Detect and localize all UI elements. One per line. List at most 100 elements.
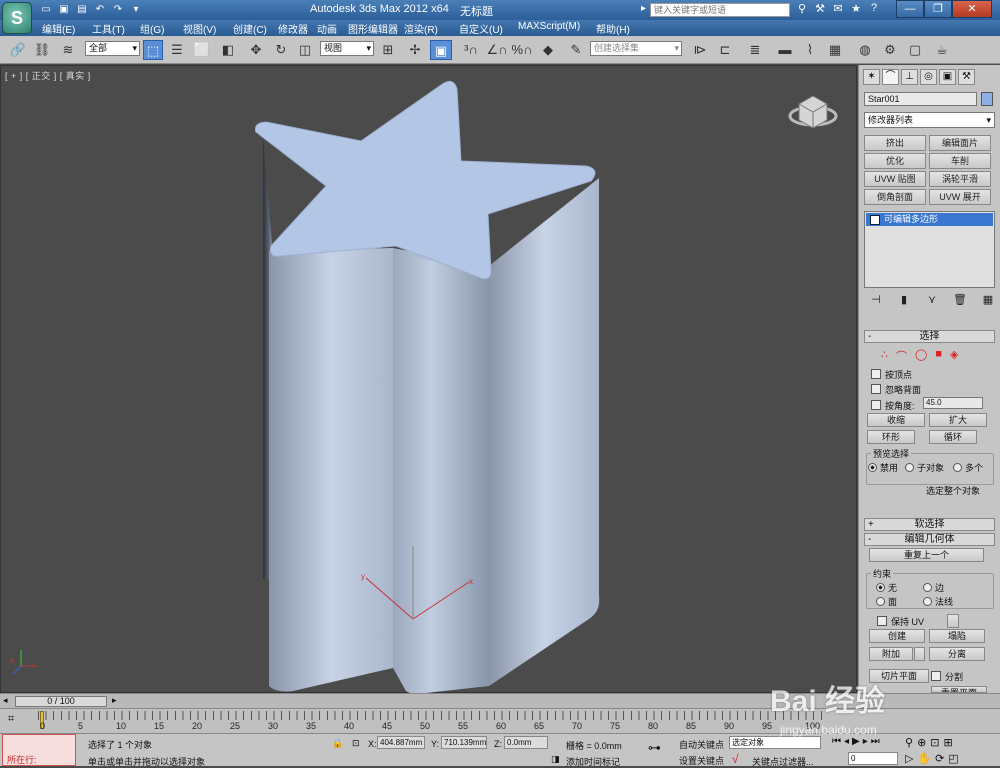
star-extrusion-object[interactable] [255,80,600,694]
edit-named-sel-icon[interactable]: ✎ [566,40,586,60]
zoom-extents-icon[interactable]: ⊡ [930,736,939,749]
selection-rollout-header[interactable]: - 选择 [864,330,995,343]
new-file-icon[interactable]: ▭ [38,2,54,17]
pan-icon[interactable]: ✋ [917,752,931,765]
remove-modifier-icon[interactable]: 🗑 [953,293,967,306]
current-frame-field[interactable]: 0 [848,752,898,765]
edge-icon[interactable]: ⌒ [896,348,907,364]
zoom-extents-all-icon[interactable]: ⊞ [944,736,953,749]
angle-snap-icon[interactable]: ∠∩ [486,40,508,60]
goto-start-icon[interactable]: ⏮ [832,736,841,747]
z-coordinate-field[interactable]: 0.0mm [504,736,548,749]
extrude-button[interactable]: 挤出 [864,135,926,151]
undo-icon[interactable]: ↶ [92,2,108,17]
viewcube-icon[interactable] [788,95,838,129]
turbosmooth-button[interactable]: 涡轮平滑 [929,171,991,187]
selection-lock-icon[interactable]: 🔒 [332,738,343,749]
render-setup-icon[interactable]: ⚙ [880,40,900,60]
rotate-icon[interactable]: ↻ [271,40,291,60]
mini-curve-editor-icon[interactable]: ⌗ [8,713,14,726]
abs-mode-icon[interactable]: ⊡ [352,738,360,749]
restore-icon[interactable]: ❐ [924,0,952,18]
attach-settings-icon[interactable] [914,647,925,661]
select-object-icon[interactable]: ⬚ [143,40,163,60]
snaps-toggle-icon[interactable]: ³∩ [460,40,482,60]
prev-frame-icon[interactable]: ◂ [844,736,849,747]
optimize-button[interactable]: 优化 [864,153,926,169]
shrink-button[interactable]: 收缩 [867,413,925,427]
time-slider-thumb[interactable]: 0 / 100 [15,696,107,707]
make-unique-icon[interactable]: ⋎ [925,293,939,306]
graphite-ribbon-icon[interactable]: ▬ [775,40,795,60]
communication-icon[interactable]: ✉ [831,2,845,15]
angle-spinner[interactable]: 45.0 [923,397,983,409]
scale-icon[interactable]: ◫ [295,40,315,60]
fov-icon[interactable]: ▷ [905,752,913,765]
soft-selection-rollout-header[interactable]: + 软选择 [864,518,995,531]
menu-create[interactable]: 创建(C) [233,21,267,36]
ignore-backface-checkbox[interactable]: 忽略背面 [871,383,921,396]
by-angle-checkbox[interactable]: 按角度: [871,399,915,412]
constraint-face-radio[interactable]: 面 [876,595,897,608]
menu-group[interactable]: 组(G) [140,21,164,36]
percent-snap-icon[interactable]: %∩ [511,40,533,60]
edit-geometry-rollout-header[interactable]: - 编辑几何体 [864,533,995,546]
key-filters-button[interactable]: 关键点过滤器... [752,755,814,768]
zoom-icon[interactable]: ⚲ [905,736,913,749]
pin-stack-icon[interactable]: ⊣ [869,293,883,306]
menu-maxscript[interactable]: MAXScript(M) [518,21,580,32]
bevel-profile-button[interactable]: 倒角剖面 [864,189,926,205]
menu-graph-editors[interactable]: 图形编辑器 [348,21,398,36]
menu-animation[interactable]: 动画 [317,21,337,36]
preview-multi-radio[interactable]: 多个 [953,461,983,474]
constraint-edge-radio[interactable]: 边 [923,581,944,594]
slider-right-arrow-icon[interactable]: ▸ [112,695,117,706]
tab-utilities[interactable]: ⚒ [958,69,975,85]
window-crossing-icon[interactable]: ◧ [218,40,238,60]
rect-selection-icon[interactable]: ⬜ [192,40,212,60]
repeat-last-button[interactable]: 重复上一个 [869,548,984,562]
create-button[interactable]: 创建 [869,629,925,643]
tab-motion[interactable]: ◎ [920,69,937,85]
detach-button[interactable]: 分离 [929,647,985,661]
preview-subobject-radio[interactable]: 子对象 [905,461,944,474]
menu-modifiers[interactable]: 修改器 [278,21,308,36]
maximize-viewport-icon[interactable]: ◰ [948,752,958,765]
open-file-icon[interactable]: ▣ [56,2,72,17]
object-name-field[interactable]: Star001 [864,92,977,106]
x-coordinate-field[interactable]: 404.887mm [377,736,425,749]
goto-end-icon[interactable]: ⏭ [871,736,880,747]
preserve-uv-settings-icon[interactable] [947,614,959,628]
curve-editor-icon[interactable]: ⌇ [800,40,820,60]
pivot-center-icon[interactable]: ⊞ [378,40,398,60]
close-icon[interactable]: ✕ [952,0,992,18]
tab-hierarchy[interactable]: ⊥ [901,69,918,85]
tab-create[interactable]: ✶ [863,69,880,85]
grow-button[interactable]: 扩大 [929,413,987,427]
menu-customize[interactable]: 自定义(U) [459,21,503,36]
minimize-icon[interactable]: — [896,0,924,18]
perspective-viewport[interactable]: [ + ] [ 正交 ] [ 真实 ] y x x [0,65,857,694]
play-icon[interactable]: ▶ [852,736,860,747]
vertex-icon[interactable]: ∴ [881,348,888,364]
menu-tools[interactable]: 工具(T) [92,21,125,36]
tab-modify[interactable]: ⌒ [882,69,899,85]
bind-spacewarp-icon[interactable]: ≋ [58,40,78,60]
menu-views[interactable]: 视图(V) [183,21,216,36]
uvw-map-button[interactable]: UVW 贴图 [864,171,926,187]
binoculars-icon[interactable]: ⚲ [795,2,809,15]
tab-display[interactable]: ▣ [939,69,956,85]
material-editor-icon[interactable]: ◍ [855,40,875,60]
object-color-swatch[interactable] [981,92,993,106]
app-logo-icon[interactable]: S [2,2,32,34]
rendered-frame-icon[interactable]: ▢ [905,40,925,60]
menu-edit[interactable]: 编辑(E) [42,21,75,36]
help-icon[interactable]: ? [867,2,881,15]
selection-set-dropdown[interactable]: 选定对象 [729,736,821,749]
lathe-button[interactable]: 车削 [929,153,991,169]
configure-sets-icon[interactable]: ▦ [981,293,995,306]
qa-dropdown-icon[interactable]: ▾ [128,2,144,17]
select-by-name-icon[interactable]: ☰ [167,40,187,60]
set-key-icon[interactable]: √ [732,752,739,766]
unlink-icon[interactable]: ⛓ [32,40,52,60]
